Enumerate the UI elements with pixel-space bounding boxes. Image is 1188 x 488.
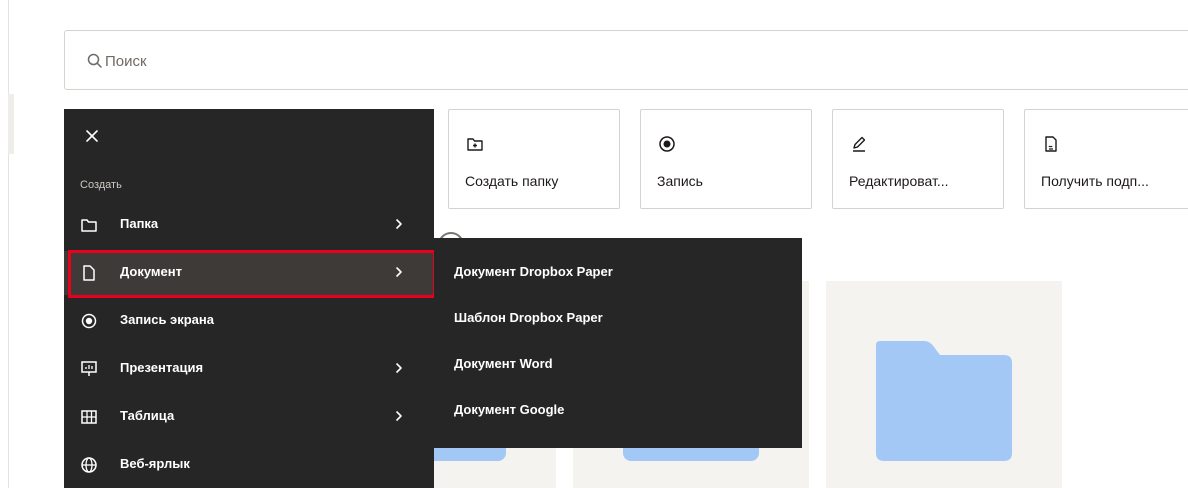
menu-item-label: Документ	[120, 264, 182, 279]
create-folder-label: Создать папку	[465, 173, 559, 189]
left-divider	[8, 0, 9, 488]
menu-item-label: Веб-ярлык	[120, 456, 190, 471]
edit-card[interactable]: Редактироват...	[832, 109, 1004, 209]
menu-item-label: Таблица	[120, 408, 175, 423]
chevron-right-icon	[396, 411, 402, 421]
document-submenu: Документ Dropbox Paper Шаблон Dropbox Pa…	[434, 238, 802, 448]
close-icon[interactable]	[84, 128, 100, 144]
submenu-item-paper-doc[interactable]: Документ Dropbox Paper	[434, 250, 802, 296]
search-bar[interactable]	[64, 30, 1188, 90]
folder-plus-icon	[467, 138, 483, 151]
chevron-right-icon	[396, 363, 402, 373]
menu-item-spreadsheet[interactable]: Таблица	[64, 395, 434, 439]
document-icon	[83, 265, 95, 281]
search-icon	[87, 53, 102, 68]
record-icon	[81, 313, 97, 329]
create-folder-card[interactable]: Создать папку	[448, 109, 620, 209]
submenu-item-label: Документ Google	[454, 402, 565, 417]
record-icon	[659, 136, 675, 152]
edit-label: Редактироват...	[849, 173, 949, 189]
left-panel-edge	[8, 94, 14, 154]
submenu-item-google-doc[interactable]: Документ Google	[434, 388, 802, 434]
chevron-right-icon	[396, 267, 402, 277]
submenu-item-label: Документ Dropbox Paper	[454, 264, 613, 279]
menu-heading: Создать	[80, 179, 122, 191]
menu-item-document[interactable]: Документ	[64, 251, 434, 295]
menu-item-web-shortcut[interactable]: Веб-ярлык	[64, 443, 434, 487]
submenu-item-label: Документ Word	[454, 356, 553, 371]
menu-item-label: Папка	[120, 216, 159, 231]
folder-tile[interactable]	[826, 281, 1062, 488]
record-card[interactable]: Запись	[640, 109, 812, 209]
menu-item-label: Презентация	[120, 360, 204, 375]
menu-item-label: Запись экрана	[120, 312, 214, 327]
folder-icon	[81, 219, 97, 232]
search-input[interactable]	[105, 49, 705, 73]
chevron-right-icon	[396, 219, 402, 229]
folder-icon	[876, 341, 1012, 461]
submenu-item-label: Шаблон Dropbox Paper	[454, 310, 603, 325]
submenu-item-word-doc[interactable]: Документ Word	[434, 342, 802, 388]
presentation-icon	[81, 361, 97, 376]
menu-item-screen-recording[interactable]: Запись экрана	[64, 299, 434, 343]
signature-doc-icon	[1045, 136, 1057, 152]
pencil-icon	[853, 136, 866, 152]
menu-item-folder[interactable]: Папка	[64, 203, 434, 247]
get-signatures-label: Получить подп...	[1041, 173, 1149, 189]
menu-item-presentation[interactable]: Презентация	[64, 347, 434, 391]
record-label: Запись	[657, 173, 703, 189]
table-icon	[81, 410, 97, 424]
create-menu: Создать Папка Документ Запись экрана Пре…	[64, 109, 436, 488]
get-signatures-card[interactable]: Получить подп...	[1024, 109, 1188, 209]
submenu-item-paper-template[interactable]: Шаблон Dropbox Paper	[434, 296, 802, 342]
globe-icon	[81, 457, 97, 473]
